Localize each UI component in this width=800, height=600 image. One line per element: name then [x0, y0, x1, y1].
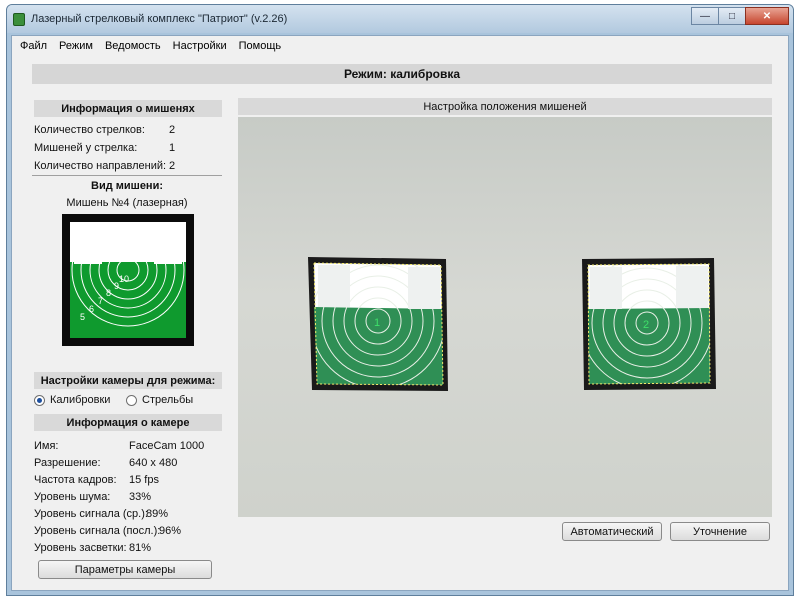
ring-number-7: 7 — [98, 296, 103, 306]
target-1-number: 1 — [374, 317, 380, 329]
shooters-count-value: 2 — [169, 124, 176, 136]
app-window: Лазерный стрелковый комплекс "Патриот" (… — [6, 4, 794, 596]
target-1-right-patch — [408, 267, 440, 309]
title-bar: Лазерный стрелковый комплекс "Патриот" (… — [7, 5, 793, 33]
target-1-left-patch — [318, 265, 350, 307]
menu-bar: Файл Режим Ведомость Настройки Помощь — [12, 36, 788, 56]
close-icon[interactable]: ✕ — [745, 7, 789, 25]
framerate-value: 15 fps — [129, 474, 159, 486]
signal-avg-label: Уровень сигнала (ср.): — [34, 508, 148, 520]
client-area: Файл Режим Ведомость Настройки Помощь Ре… — [11, 35, 789, 591]
target-view-label: Вид мишени: — [91, 180, 163, 192]
target-2-left-patch — [590, 267, 622, 309]
exposure-level-value: 81% — [129, 542, 152, 554]
targets-per-shooter-label: Мишеней у стрелка: — [34, 142, 138, 154]
shooters-count-label: Количество стрелков: — [34, 124, 145, 136]
radio-selected-icon[interactable] — [34, 394, 45, 406]
signal-last-label: Уровень сигнала (посл.): — [34, 525, 161, 537]
minimize-icon[interactable]: — — [691, 7, 719, 25]
resolution-value: 640 x 480 — [129, 457, 178, 469]
camera-view[interactable]: 1 2 — [238, 117, 772, 517]
signal-avg-value: 89% — [146, 508, 169, 520]
ring-number-8: 8 — [106, 288, 111, 298]
menu-report[interactable]: Ведомость — [99, 40, 167, 52]
target-preview: 5 6 7 8 9 10 — [62, 214, 194, 346]
camera-mode-header: Настройки камеры для режима: — [34, 372, 222, 389]
directions-count-label: Количество направлений: — [34, 160, 167, 172]
noise-level-value: 33% — [129, 491, 152, 503]
framerate-label: Частота кадров: — [34, 474, 117, 486]
preview-right-patch — [154, 226, 182, 264]
camera-feed: 1 2 — [308, 254, 716, 391]
radio-shooting[interactable]: Стрельбы — [126, 394, 193, 406]
targets-per-shooter-value: 1 — [169, 142, 176, 154]
camera-params-button[interactable]: Параметры камеры — [38, 560, 212, 579]
menu-file[interactable]: Файл — [14, 40, 53, 52]
menu-help[interactable]: Помощь — [233, 40, 288, 52]
signal-last-value: 96% — [159, 525, 182, 537]
window-controls: — □ ✕ — [691, 7, 789, 25]
divider — [32, 175, 222, 176]
menu-settings[interactable]: Настройки — [167, 40, 233, 52]
camera-name-value: FaceCam 1000 — [129, 440, 205, 452]
target-name: Мишень №4 (лазерная) — [66, 197, 188, 209]
radio-shooting-label: Стрельбы — [142, 394, 194, 406]
targets-info-header: Информация о мишенях — [34, 100, 222, 117]
window-title: Лазерный стрелковый комплекс "Патриот" (… — [31, 13, 288, 25]
maximize-icon[interactable]: □ — [718, 7, 746, 25]
noise-level-label: Уровень шума: — [34, 491, 111, 503]
camera-target-2[interactable]: 2 — [581, 257, 716, 390]
target-2-right-patch — [676, 266, 708, 308]
camera-info-header: Информация о камере — [34, 414, 222, 431]
resolution-label: Разрешение: — [34, 457, 101, 469]
ring-number-6: 6 — [89, 304, 94, 314]
preview-left-patch — [74, 226, 102, 264]
target-preview-graphic: 5 6 7 8 9 10 — [70, 222, 186, 338]
app-logo-icon — [13, 13, 25, 26]
refine-button[interactable]: Уточнение — [670, 522, 770, 541]
camera-view-header: Настройка положения мишеней — [238, 98, 772, 115]
auto-button[interactable]: Автоматический — [562, 522, 662, 541]
radio-calibration[interactable]: Калибровки — [34, 394, 110, 406]
radio-calibration-label: Калибровки — [50, 394, 111, 406]
mode-title: Режим: калибровка — [32, 64, 772, 84]
ring-number-10: 10 — [119, 274, 129, 284]
target-2-number: 2 — [643, 319, 649, 331]
menu-mode[interactable]: Режим — [53, 40, 99, 52]
exposure-level-label: Уровень засветки: — [34, 542, 127, 554]
radio-unselected-icon[interactable] — [126, 394, 137, 406]
ring-number-5: 5 — [80, 312, 85, 322]
camera-target-1[interactable]: 1 — [308, 254, 448, 391]
camera-name-label: Имя: — [34, 440, 59, 452]
directions-count-value: 2 — [169, 160, 176, 172]
